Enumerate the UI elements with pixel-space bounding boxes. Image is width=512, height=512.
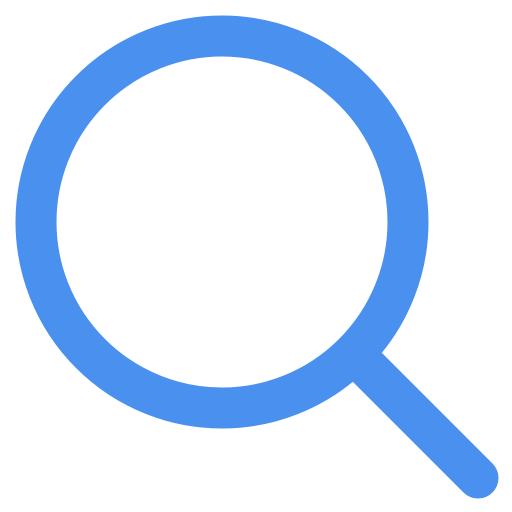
search-icon[interactable]	[0, 0, 512, 512]
search-handle	[337, 337, 499, 499]
icon-canvas	[0, 0, 512, 512]
